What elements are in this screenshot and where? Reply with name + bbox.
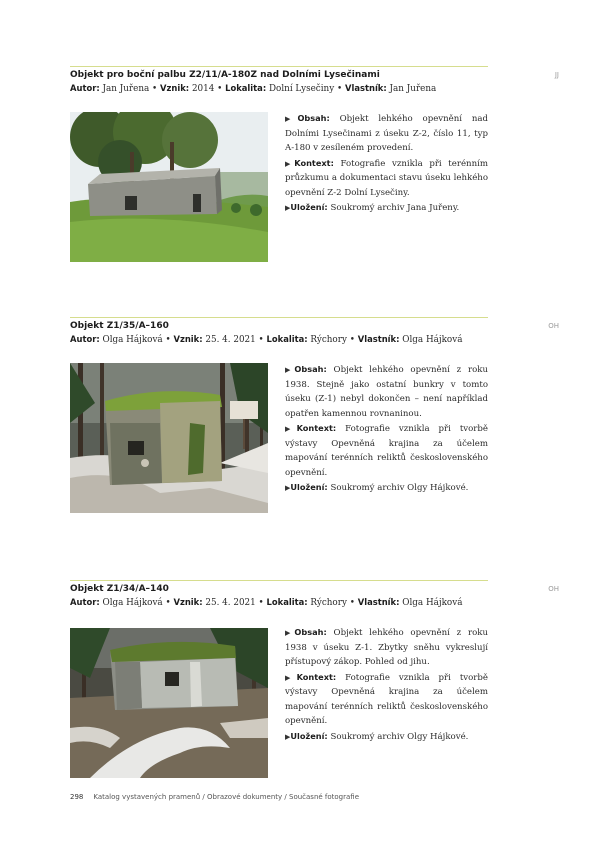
origin-value: 25. 4. 2021 bbox=[205, 335, 256, 345]
footer-breadcrumb: Katalog vystavených pramenů / Obrazové d… bbox=[93, 793, 360, 801]
page-number: 298 bbox=[70, 793, 84, 801]
locality-value: Dolní Lysečiny bbox=[268, 84, 335, 94]
bunker-forest-photo bbox=[70, 363, 268, 513]
content-label: Obsah: bbox=[294, 364, 327, 374]
author-label: Autor: bbox=[70, 83, 100, 93]
separator: • bbox=[165, 335, 171, 345]
entry-divider bbox=[70, 66, 488, 67]
separator: • bbox=[349, 335, 355, 345]
entry-divider bbox=[70, 317, 488, 318]
bunker-meadow-photo bbox=[70, 112, 268, 262]
entry-title: Objekt pro boční palbu Z2/11/A-180Z nad … bbox=[70, 70, 380, 80]
owner-label: Vlastník: bbox=[357, 597, 400, 607]
context-paragraph: ▶Kontext: Fotografie vznikla při terénní… bbox=[285, 156, 488, 201]
author-value: Olga Hájková bbox=[102, 335, 163, 345]
origin-label: Vznik: bbox=[173, 334, 203, 344]
author-code: JJ bbox=[554, 71, 559, 79]
separator: • bbox=[165, 598, 171, 608]
owner-label: Vlastník: bbox=[344, 83, 387, 93]
origin-label: Vznik: bbox=[160, 83, 190, 93]
author-value: Jan Juřena bbox=[102, 84, 150, 94]
storage-paragraph: ▶Uložení: Soukromý archiv Olgy Hájkové. bbox=[285, 480, 488, 496]
page-footer: 298 Katalog vystavených pramenů / Obrazov… bbox=[70, 793, 510, 801]
content-paragraph: ▶Obsah: Objekt lehkého opevnění nad Doln… bbox=[285, 111, 488, 156]
owner-value: Olga Hájková bbox=[402, 335, 463, 345]
author-label: Autor: bbox=[70, 334, 100, 344]
context-label: Kontext: bbox=[296, 671, 337, 682]
storage-label: Uložení: bbox=[290, 202, 328, 212]
storage-paragraph: ▶Uložení: Soukromý archiv Jana Juřeny. bbox=[285, 200, 488, 216]
locality-value: Rýchory bbox=[310, 335, 347, 345]
storage-paragraph: ▶Uložení: Soukromý archiv Olgy Hájkové. bbox=[285, 729, 488, 745]
separator: • bbox=[258, 335, 264, 345]
bunker-snow-photo bbox=[70, 628, 268, 778]
bullet-triangle-icon: ▶ bbox=[285, 366, 295, 374]
separator: • bbox=[258, 598, 264, 608]
author-code: OH bbox=[548, 322, 559, 330]
author-label: Autor: bbox=[70, 597, 100, 607]
separator: • bbox=[152, 84, 158, 94]
storage-text: Soukromý archiv Olgy Hájkové. bbox=[330, 731, 469, 742]
storage-label: Uložení: bbox=[290, 730, 328, 741]
owner-value: Jan Juřena bbox=[389, 84, 437, 94]
bullet-triangle-icon: ▶ bbox=[285, 425, 297, 433]
entry-meta: Autor: Jan Juřena • Vznik: 2014 • Lokali… bbox=[70, 83, 510, 94]
bullet-triangle-icon: ▶ bbox=[285, 629, 295, 637]
entry-meta: Autor: Olga Hájková • Vznik: 25. 4. 2021… bbox=[70, 334, 510, 345]
entry-divider bbox=[70, 580, 488, 581]
owner-value: Olga Hájková bbox=[402, 598, 463, 608]
entry-title: Objekt Z1/34/A–140 bbox=[70, 584, 169, 594]
entry-meta: Autor: Olga Hájková • Vznik: 25. 4. 2021… bbox=[70, 597, 510, 608]
separator: • bbox=[336, 84, 343, 94]
context-paragraph: ▶Kontext: Fotografie vznikla při tvorbě … bbox=[285, 421, 488, 480]
storage-text: Soukromý archiv Olgy Hájkové. bbox=[330, 483, 469, 493]
entry-title: Objekt Z1/35/A–160 bbox=[70, 321, 169, 331]
separator: • bbox=[349, 598, 355, 608]
entry-description: ▶Obsah: Objekt lehkého opevnění z roku 1… bbox=[285, 625, 488, 744]
context-paragraph: ▶Kontext: Fotografie vznikla při tvorbě … bbox=[285, 670, 488, 729]
bullet-triangle-icon: ▶ bbox=[285, 673, 297, 682]
separator: • bbox=[217, 84, 223, 94]
content-paragraph: ▶Obsah: Objekt lehkého opevnění z roku 1… bbox=[285, 625, 488, 670]
origin-value: 2014 bbox=[191, 84, 215, 94]
context-label: Kontext: bbox=[294, 157, 334, 168]
origin-value: 25. 4. 2021 bbox=[205, 598, 256, 608]
bullet-triangle-icon: ▶ bbox=[285, 159, 295, 168]
bullet-triangle-icon: ▶ bbox=[285, 115, 298, 123]
content-label: Obsah: bbox=[297, 113, 330, 123]
entry-description: ▶Obsah: Objekt lehkého opevnění nad Doln… bbox=[285, 111, 488, 216]
author-code: OH bbox=[548, 585, 559, 593]
locality-label: Lokalita: bbox=[225, 83, 267, 93]
context-label: Kontext: bbox=[296, 423, 337, 433]
content-paragraph: ▶Obsah: Objekt lehkého opevnění z roku 1… bbox=[285, 362, 488, 421]
entry-description: ▶Obsah: Objekt lehkého opevnění z roku 1… bbox=[285, 362, 488, 496]
author-value: Olga Hájková bbox=[102, 598, 163, 608]
origin-label: Vznik: bbox=[173, 597, 203, 607]
storage-text: Soukromý archiv Jana Juřeny. bbox=[330, 203, 460, 213]
content-label: Obsah: bbox=[294, 627, 327, 637]
storage-label: Uložení: bbox=[290, 482, 328, 492]
locality-value: Rýchory bbox=[310, 598, 347, 608]
owner-label: Vlastník: bbox=[357, 334, 400, 344]
locality-label: Lokalita: bbox=[266, 597, 308, 607]
locality-label: Lokalita: bbox=[266, 334, 308, 344]
